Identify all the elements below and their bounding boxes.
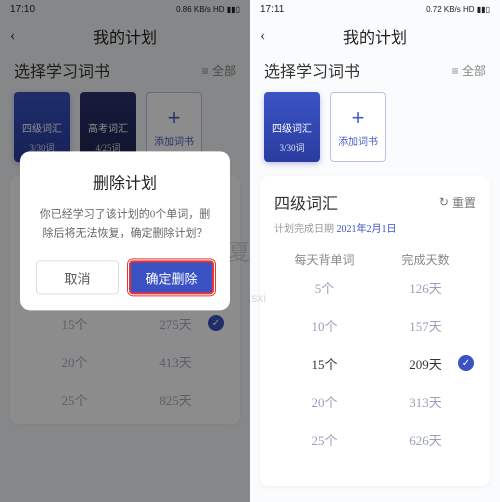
plus-icon: +	[352, 107, 365, 129]
book-name: 四级词汇	[272, 120, 312, 135]
book-list: 四级词汇 3/30词 + 添加词书	[250, 92, 500, 176]
add-book-button[interactable]: + 添加词书	[330, 92, 386, 162]
add-book-label: 添加词书	[338, 133, 378, 148]
table-row[interactable]: 20个 313天	[274, 382, 476, 420]
dialog-text: 你已经学习了该计划的0个单词，删除后将无法恢复，确定删除计划？	[36, 205, 214, 242]
col-days: 完成天数	[375, 251, 476, 268]
time: 17:11	[260, 4, 284, 15]
status-indicators: 0.72 KB/s HD ▮▮▯	[426, 5, 490, 14]
plan-title: 四级词汇	[274, 190, 338, 214]
back-icon[interactable]: ‹	[260, 27, 265, 45]
watermark: 夏	[228, 235, 250, 267]
plan-subtitle: 计划完成日期 2021年2月1日	[274, 220, 476, 235]
table-row[interactable]: 25个 626天	[274, 420, 476, 458]
table-row[interactable]: 10个 157天	[274, 306, 476, 344]
table-row[interactable]: 5个 126天	[274, 268, 476, 306]
check-icon: ✓	[458, 355, 474, 371]
statusbar: 17:11 0.72 KB/s HD ▮▮▯	[250, 0, 500, 18]
reset-button[interactable]: ↻ 重置	[439, 194, 476, 211]
all-button[interactable]: ≡ 全部	[452, 62, 486, 79]
delete-dialog: 删除计划 你已经学习了该计划的0个单词，删除后将无法恢复，确定删除计划？ 取消 …	[20, 151, 230, 310]
table-header: 每天背单词 完成天数	[274, 251, 476, 268]
watermark: .sxi	[248, 291, 266, 305]
col-words: 每天背单词	[274, 251, 375, 268]
confirm-delete-button[interactable]: 确定删除	[129, 261, 214, 295]
phone-left: 17:10 0.86 KB/s HD ▮▮▯ ‹ 我的计划 选择学习词书 ≡ 全…	[0, 0, 250, 502]
dialog-title: 删除计划	[36, 169, 214, 193]
table-row[interactable]: 15个 209天 ✓	[274, 344, 476, 382]
header: ‹ 我的计划	[250, 18, 500, 54]
book-item[interactable]: 四级词汇 3/30词	[264, 92, 320, 162]
book-count: 3/30词	[279, 141, 304, 154]
cancel-button[interactable]: 取消	[36, 261, 119, 295]
page-title: 我的计划	[343, 24, 407, 48]
plan-card: 四级词汇 ↻ 重置 计划完成日期 2021年2月1日 每天背单词 完成天数 5个…	[260, 176, 490, 486]
section-title: 选择学习词书	[264, 58, 360, 82]
phone-right: 17:11 0.72 KB/s HD ▮▮▯ ‹ 我的计划 选择学习词书 ≡ 全…	[250, 0, 500, 502]
section-header: 选择学习词书 ≡ 全部	[250, 54, 500, 92]
